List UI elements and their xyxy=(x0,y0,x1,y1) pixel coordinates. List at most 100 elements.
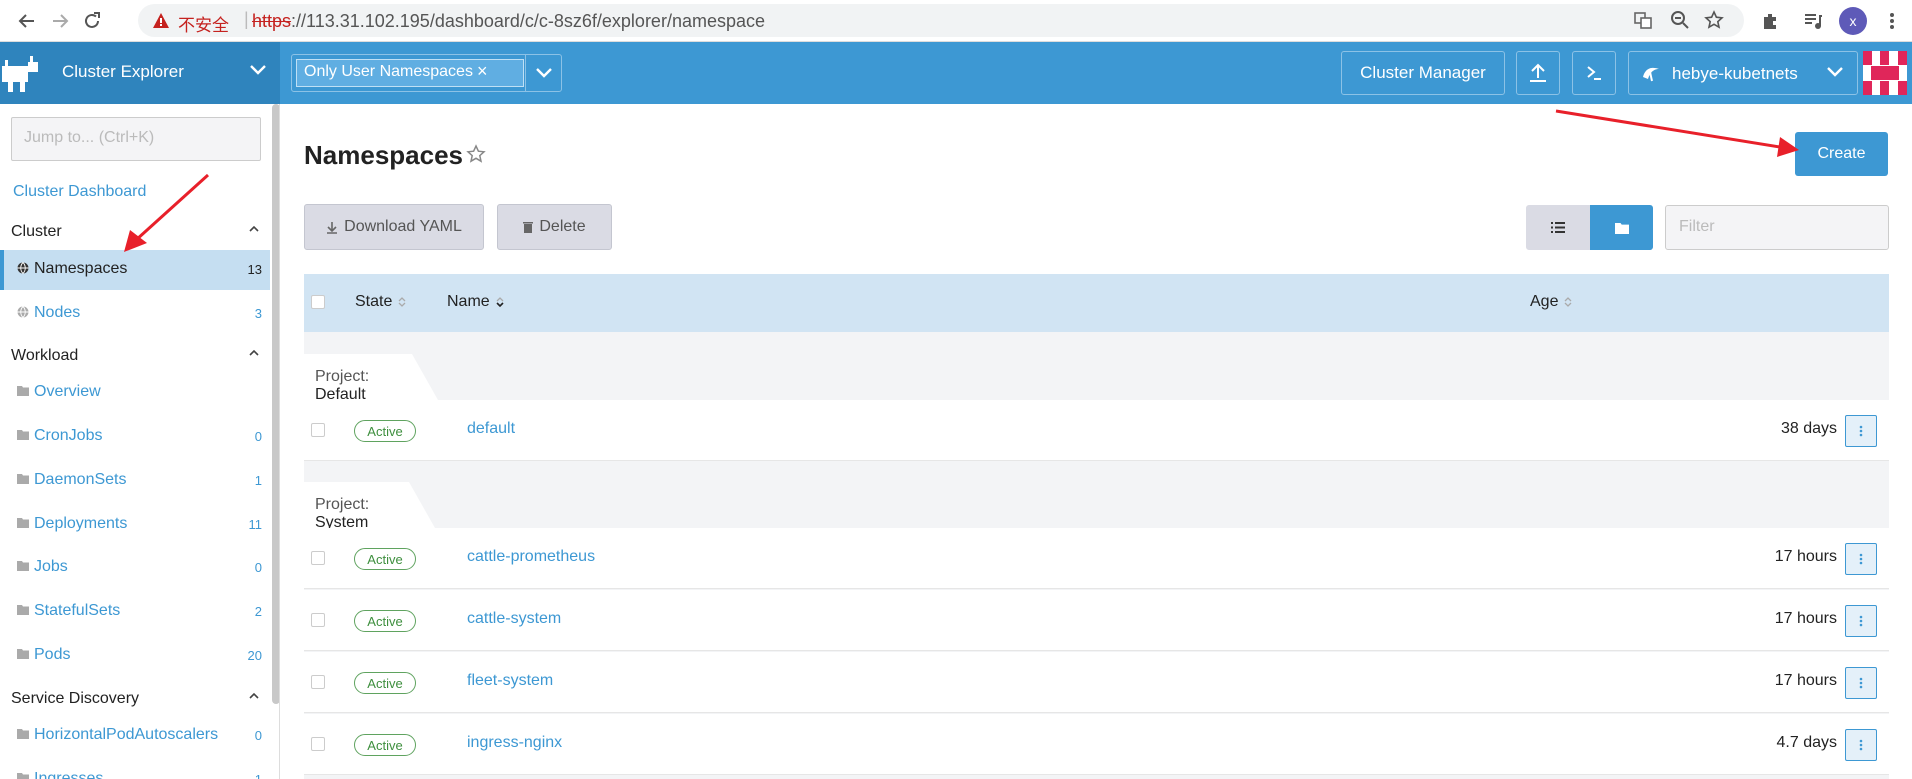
sidebar-item-count: 0 xyxy=(254,560,262,575)
view-toggle xyxy=(1526,205,1653,250)
sidebar-item-label: DaemonSets xyxy=(34,471,127,488)
sidebar-item-deployments[interactable]: Deployments 11 xyxy=(0,505,270,545)
row-checkbox[interactable] xyxy=(311,675,325,689)
group-prefix: Project: xyxy=(315,496,370,513)
user-avatar-icon[interactable] xyxy=(1863,51,1907,95)
age-value: 17 hours xyxy=(1774,548,1837,565)
browser-menu-icon[interactable] xyxy=(1880,9,1904,33)
sidebar-item-namespaces[interactable]: Namespaces 13 xyxy=(0,250,270,290)
row-checkbox[interactable] xyxy=(311,551,325,565)
row-checkbox[interactable] xyxy=(311,423,325,437)
sidebar-group-label: Service Discovery xyxy=(11,690,140,707)
sidebar-group-workload[interactable]: Workload xyxy=(11,347,269,365)
sidebar-item-count: 1 xyxy=(255,772,262,779)
sidebar-item-label: Namespaces xyxy=(34,260,128,277)
sidebar-item-label: StatefulSets xyxy=(34,602,121,619)
sidebar-item-count: 1 xyxy=(254,473,262,488)
namespace-link[interactable]: cattle-system xyxy=(467,610,561,628)
row-actions-button[interactable] xyxy=(1845,415,1877,447)
app-header: Cluster Explorer Only User Namespaces × … xyxy=(0,42,1912,104)
row-actions-button[interactable] xyxy=(1845,667,1877,699)
row-actions-button[interactable] xyxy=(1845,605,1877,637)
folder-icon xyxy=(17,429,29,440)
insecure-label: 不安全 xyxy=(178,16,229,35)
sidebar: Jump to... (Ctrl+K) Cluster Dashboard Cl… xyxy=(0,104,280,779)
back-icon[interactable] xyxy=(13,7,41,35)
delete-button[interactable]: Delete xyxy=(497,204,612,250)
cluster-selector[interactable]: hebye-kubetnets xyxy=(1628,51,1858,95)
folder-icon xyxy=(17,517,29,528)
remove-filter-icon[interactable]: × xyxy=(477,61,488,82)
import-yaml-button[interactable] xyxy=(1516,51,1560,95)
zoom-icon[interactable] xyxy=(1668,8,1692,32)
sidebar-item-overview[interactable]: Overview xyxy=(0,373,270,413)
url-scheme: https xyxy=(252,11,292,31)
namespace-filter[interactable]: Only User Namespaces × xyxy=(291,54,562,92)
download-yaml-button[interactable]: Download YAML xyxy=(304,204,484,250)
sidebar-scrollbar[interactable] xyxy=(272,104,279,704)
flat-list-view-button[interactable] xyxy=(1526,205,1590,250)
upload-icon xyxy=(1530,63,1546,82)
sidebar-item-count: 0 xyxy=(254,728,262,743)
kebab-menu-icon xyxy=(1859,425,1863,437)
address-bar[interactable]: 不安全 | https://113.31.102.195/dashboard/c… xyxy=(138,4,1744,37)
row-actions-button[interactable] xyxy=(1845,543,1877,575)
folder-icon xyxy=(17,728,29,739)
profile-avatar[interactable]: x xyxy=(1839,7,1867,35)
jump-to-input[interactable]: Jump to... (Ctrl+K) xyxy=(11,117,261,161)
product-switcher[interactable]: Cluster Explorer xyxy=(0,42,280,104)
globe-icon xyxy=(17,306,29,318)
forward-icon[interactable] xyxy=(46,7,74,35)
sort-icon xyxy=(398,297,406,307)
folder-icon xyxy=(17,560,29,571)
sidebar-item-hpa[interactable]: HorizontalPodAutoscalers 0 xyxy=(0,716,270,756)
sidebar-item-pods[interactable]: Pods 20 xyxy=(0,636,270,676)
sidebar-item-cronjobs[interactable]: CronJobs 0 xyxy=(0,417,270,457)
cluster-dashboard-link[interactable]: Cluster Dashboard xyxy=(13,183,146,201)
main-content: Namespaces Create Download YAML Delete F… xyxy=(280,104,1912,779)
group-by-project-button[interactable] xyxy=(1590,205,1653,250)
sidebar-item-jobs[interactable]: Jobs 0 xyxy=(0,548,270,588)
media-icon[interactable] xyxy=(1801,9,1825,33)
filter-input[interactable]: Filter xyxy=(1665,205,1889,250)
sidebar-group-cluster[interactable]: Cluster xyxy=(11,223,269,241)
sidebar-item-ingresses[interactable]: Ingresses 1 xyxy=(0,760,270,779)
row-actions-button[interactable] xyxy=(1845,729,1877,761)
create-button[interactable]: Create xyxy=(1795,132,1888,176)
cluster-manager-button[interactable]: Cluster Manager xyxy=(1341,51,1505,95)
column-header-name[interactable]: Name xyxy=(447,293,504,311)
status-badge: Active xyxy=(354,548,416,570)
delete-label: Delete xyxy=(539,218,586,235)
sidebar-item-nodes[interactable]: Nodes 3 xyxy=(0,294,270,334)
sidebar-group-label: Cluster xyxy=(11,223,62,240)
namespace-filter-label: Only User Namespaces xyxy=(304,63,473,80)
bookmark-star-icon[interactable] xyxy=(1702,8,1726,32)
reload-icon[interactable] xyxy=(78,7,106,35)
namespace-dropdown-chevron-icon[interactable] xyxy=(525,55,561,91)
folder-icon xyxy=(17,473,29,484)
namespace-link[interactable]: default xyxy=(467,420,515,438)
column-header-state[interactable]: State xyxy=(355,293,406,311)
folder-icon xyxy=(1614,222,1629,234)
extensions-icon[interactable] xyxy=(1759,9,1783,33)
namespace-link[interactable]: ingress-nginx xyxy=(467,734,562,752)
download-icon xyxy=(327,221,338,234)
warning-icon xyxy=(152,12,170,29)
age-value: 17 hours xyxy=(1774,610,1837,627)
kebab-menu-icon xyxy=(1859,677,1863,689)
select-all-checkbox[interactable] xyxy=(311,295,325,309)
sidebar-item-statefulsets[interactable]: StatefulSets 2 xyxy=(0,592,270,632)
translate-icon[interactable] xyxy=(1631,8,1655,32)
sidebar-group-service-discovery[interactable]: Service Discovery xyxy=(11,690,269,708)
sidebar-item-label: Ingresses xyxy=(34,770,104,779)
namespace-link[interactable]: cattle-prometheus xyxy=(467,548,595,566)
sidebar-item-daemonsets[interactable]: DaemonSets 1 xyxy=(0,461,270,501)
kubectl-shell-button[interactable] xyxy=(1572,51,1616,95)
namespace-link[interactable]: fleet-system xyxy=(467,672,553,690)
row-checkbox[interactable] xyxy=(311,737,325,751)
row-checkbox[interactable] xyxy=(311,613,325,627)
column-header-age[interactable]: Age xyxy=(1530,293,1572,311)
url-text: https://113.31.102.195/dashboard/c/c-8sz… xyxy=(252,11,765,32)
chevron-down-icon xyxy=(250,64,266,76)
favorite-star-icon[interactable] xyxy=(466,144,486,164)
